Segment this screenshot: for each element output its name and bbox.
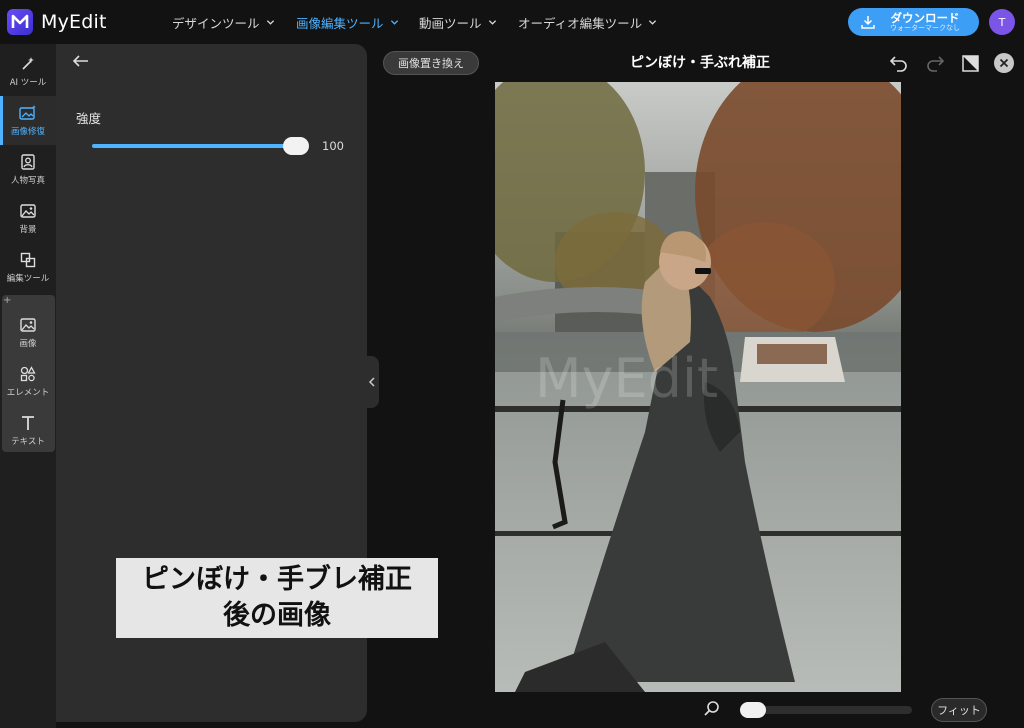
chevron-left-icon — [368, 377, 375, 387]
photo-image: MyEdit — [495, 82, 901, 692]
background-icon — [20, 203, 36, 218]
fit-button[interactable]: フィット — [931, 698, 987, 722]
canvas-title: ピンぼけ・手ぶれ補正 — [630, 55, 770, 71]
left-rail: AI ツール 画像修復 人物写真 背景 編集ツール + 画像 エレメント テキス… — [0, 44, 56, 728]
chevron-down-icon — [488, 20, 496, 25]
nav-image-edit-tools[interactable]: 画像編集ツール — [296, 13, 399, 32]
download-button[interactable]: ダウンロード ウォーターマークなし — [848, 8, 979, 36]
caption-overlay: ピンぼけ・手ブレ補正 後の画像 — [116, 558, 438, 638]
chevron-down-icon — [649, 20, 657, 25]
strength-label: 強度 — [76, 111, 102, 126]
top-bar: MyEdit デザインツール 画像編集ツール 動画ツール オーディオ編集ツール … — [0, 0, 1024, 44]
rail-item-edit-tools[interactable]: 編集ツール — [0, 243, 56, 292]
rail-label: 編集ツール — [6, 273, 50, 284]
app-logo[interactable]: MyEdit — [7, 9, 107, 35]
strength-slider-thumb[interactable] — [283, 137, 309, 155]
chevron-down-icon — [266, 20, 274, 25]
crop-icon — [20, 252, 36, 267]
rail-item-portrait[interactable]: 人物写真 — [0, 145, 56, 194]
image-sparkle-icon — [19, 104, 36, 120]
rail-item-background[interactable]: 背景 — [0, 194, 56, 243]
zoom-icon[interactable] — [703, 700, 721, 718]
rail-item-text[interactable]: テキスト — [0, 406, 56, 455]
myedit-logo-icon — [7, 9, 33, 35]
compare-icon[interactable] — [961, 54, 981, 74]
redo-icon[interactable] — [925, 54, 945, 72]
nav-label: デザインツール — [172, 16, 260, 31]
rail-label: 画像修復 — [10, 126, 45, 137]
download-sublabel: ウォーターマークなし — [890, 23, 960, 32]
app-name: MyEdit — [41, 11, 107, 33]
nav-video-tools[interactable]: 動画ツール — [419, 13, 497, 32]
rail-item-ai-tools[interactable]: AI ツール — [0, 47, 56, 96]
shapes-icon — [20, 365, 36, 381]
rail-item-elements[interactable]: エレメント — [0, 357, 56, 406]
nav-audio-tools[interactable]: オーディオ編集ツール — [518, 13, 657, 32]
rail-label: 画像 — [19, 338, 37, 349]
nav-label: オーディオ編集ツール — [518, 16, 643, 31]
undo-icon[interactable] — [889, 54, 909, 72]
watermark: MyEdit — [535, 347, 718, 410]
rail-item-image[interactable]: 画像 — [0, 308, 56, 357]
back-arrow-icon[interactable] — [72, 54, 90, 68]
download-icon — [861, 16, 875, 29]
nav-label: 動画ツール — [419, 16, 482, 31]
strength-value: 100 — [322, 139, 344, 153]
zoom-slider-thumb[interactable] — [740, 702, 766, 718]
edited-photo[interactable]: MyEdit — [495, 82, 901, 692]
nav-design-tools[interactable]: デザインツール — [172, 13, 275, 32]
rail-label: AI ツール — [9, 77, 47, 88]
image-icon — [20, 317, 36, 332]
rail-label: 背景 — [19, 224, 37, 235]
strength-slider-track[interactable] — [92, 144, 308, 148]
plus-icon: + — [3, 295, 12, 306]
rail-label: エレメント — [6, 387, 50, 398]
rail-label: 人物写真 — [10, 175, 45, 186]
user-avatar[interactable]: T — [989, 9, 1015, 35]
close-icon — [999, 58, 1009, 68]
panel-collapse-button[interactable] — [365, 356, 379, 408]
download-label: ダウンロード — [890, 10, 960, 25]
chevron-down-icon — [390, 20, 398, 25]
rail-label: テキスト — [11, 436, 45, 447]
text-icon — [22, 415, 34, 430]
portrait-icon — [21, 153, 35, 170]
nav-label: 画像編集ツール — [296, 16, 384, 31]
magic-wand-icon — [22, 56, 34, 70]
caption-line-1: ピンぼけ・手ブレ補正 — [142, 564, 412, 595]
zoom-slider-track[interactable] — [742, 706, 912, 714]
rail-item-image-repair[interactable]: 画像修復 — [0, 96, 56, 145]
replace-image-button[interactable]: 画像置き換え — [383, 51, 479, 75]
caption-line-2: 後の画像 — [223, 600, 331, 631]
close-button[interactable] — [994, 53, 1014, 73]
